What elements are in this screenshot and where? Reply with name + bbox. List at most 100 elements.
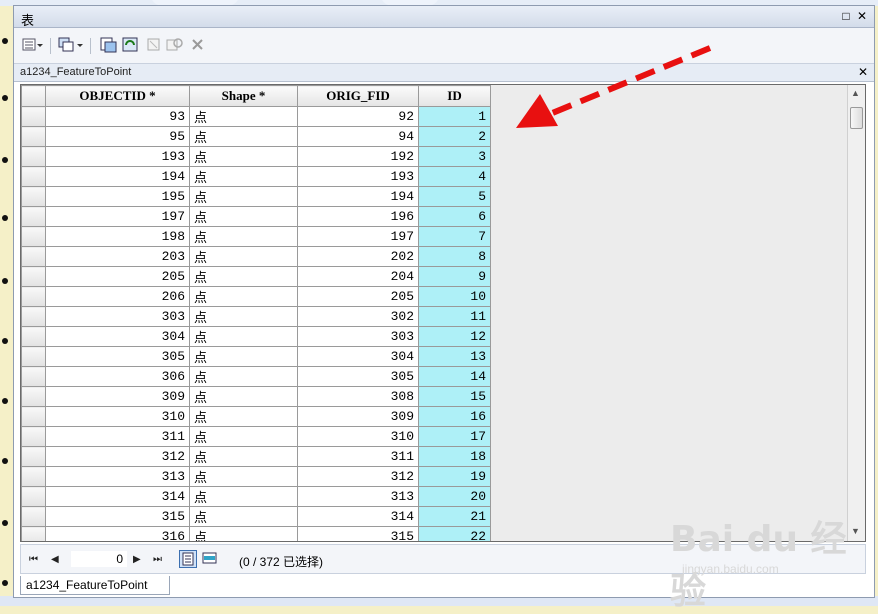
row-selector[interactable] — [21, 246, 46, 267]
select-all-cell[interactable] — [21, 85, 46, 107]
cell-orig-fid[interactable]: 305 — [297, 366, 419, 387]
table-row[interactable]: 198 点 197 7 — [21, 226, 491, 247]
cell-orig-fid[interactable]: 311 — [297, 446, 419, 467]
table-row[interactable]: 303 点 302 11 — [21, 306, 491, 327]
column-header-shape[interactable]: Shape * — [189, 85, 298, 107]
row-selector[interactable] — [21, 126, 46, 147]
cell-shape[interactable]: 点 — [189, 486, 298, 507]
switch-selection-icon[interactable] — [122, 37, 140, 53]
cell-objectid[interactable]: 310 — [45, 406, 190, 427]
cell-id[interactable]: 12 — [418, 326, 491, 347]
cell-orig-fid[interactable]: 309 — [297, 406, 419, 427]
table-row[interactable]: 93 点 92 1 — [21, 106, 491, 127]
cell-id[interactable]: 6 — [418, 206, 491, 227]
cell-objectid[interactable]: 315 — [45, 506, 190, 527]
current-record-input[interactable]: 0 — [71, 551, 127, 567]
cell-id[interactable]: 1 — [418, 106, 491, 127]
cell-id[interactable]: 15 — [418, 386, 491, 407]
zoom-to-selected-icon[interactable] — [166, 37, 184, 53]
cell-id[interactable]: 3 — [418, 146, 491, 167]
row-selector[interactable] — [21, 506, 46, 527]
clear-selection-icon[interactable] — [146, 37, 162, 53]
table-row[interactable]: 316 点 315 22 — [21, 526, 491, 541]
cell-objectid[interactable]: 203 — [45, 246, 190, 267]
cell-id[interactable]: 17 — [418, 426, 491, 447]
cell-orig-fid[interactable]: 94 — [297, 126, 419, 147]
cell-id[interactable]: 13 — [418, 346, 491, 367]
cell-orig-fid[interactable]: 304 — [297, 346, 419, 367]
cell-shape[interactable]: 点 — [189, 426, 298, 447]
table-tab[interactable]: a1234_FeatureToPoint — [20, 576, 170, 595]
cell-shape[interactable]: 点 — [189, 226, 298, 247]
cell-orig-fid[interactable]: 202 — [297, 246, 419, 267]
table-row[interactable]: 315 点 314 21 — [21, 506, 491, 527]
cell-shape[interactable]: 点 — [189, 526, 298, 541]
row-selector[interactable] — [21, 306, 46, 327]
cell-id[interactable]: 22 — [418, 526, 491, 541]
table-options-icon[interactable] — [22, 37, 44, 53]
row-selector[interactable] — [21, 346, 46, 367]
cell-orig-fid[interactable]: 92 — [297, 106, 419, 127]
row-selector[interactable] — [21, 526, 46, 541]
cell-orig-fid[interactable]: 310 — [297, 426, 419, 447]
table-row[interactable]: 306 点 305 14 — [21, 366, 491, 387]
cell-objectid[interactable]: 198 — [45, 226, 190, 247]
table-row[interactable]: 205 点 204 9 — [21, 266, 491, 287]
table-row[interactable]: 314 点 313 20 — [21, 486, 491, 507]
cell-shape[interactable]: 点 — [189, 246, 298, 267]
row-selector[interactable] — [21, 446, 46, 467]
cell-objectid[interactable]: 309 — [45, 386, 190, 407]
cell-objectid[interactable]: 205 — [45, 266, 190, 287]
scroll-thumb[interactable] — [850, 107, 863, 129]
cell-orig-fid[interactable]: 313 — [297, 486, 419, 507]
table-row[interactable]: 203 点 202 8 — [21, 246, 491, 267]
cell-orig-fid[interactable]: 205 — [297, 286, 419, 307]
cell-shape[interactable]: 点 — [189, 126, 298, 147]
row-selector[interactable] — [21, 106, 46, 127]
cell-id[interactable]: 2 — [418, 126, 491, 147]
cell-orig-fid[interactable]: 193 — [297, 166, 419, 187]
row-selector[interactable] — [21, 146, 46, 167]
cell-id[interactable]: 8 — [418, 246, 491, 267]
cell-orig-fid[interactable]: 302 — [297, 306, 419, 327]
table-row[interactable]: 194 点 193 4 — [21, 166, 491, 187]
cell-objectid[interactable]: 193 — [45, 146, 190, 167]
cell-id[interactable]: 18 — [418, 446, 491, 467]
cell-id[interactable]: 5 — [418, 186, 491, 207]
table-row[interactable]: 197 点 196 6 — [21, 206, 491, 227]
cell-objectid[interactable]: 197 — [45, 206, 190, 227]
cell-shape[interactable]: 点 — [189, 286, 298, 307]
column-header-objectid[interactable]: OBJECTID * — [45, 85, 190, 107]
close-button[interactable]: ✕ — [856, 10, 868, 22]
related-tables-icon[interactable] — [58, 37, 84, 53]
cell-shape[interactable]: 点 — [189, 406, 298, 427]
row-selector[interactable] — [21, 466, 46, 487]
table-row[interactable]: 206 点 205 10 — [21, 286, 491, 307]
row-selector[interactable] — [21, 386, 46, 407]
cell-shape[interactable]: 点 — [189, 506, 298, 527]
row-selector[interactable] — [21, 226, 46, 247]
cell-id[interactable]: 7 — [418, 226, 491, 247]
cell-orig-fid[interactable]: 314 — [297, 506, 419, 527]
table-row[interactable]: 310 点 309 16 — [21, 406, 491, 427]
maximize-button[interactable]: □ — [840, 10, 852, 22]
cell-shape[interactable]: 点 — [189, 146, 298, 167]
cell-id[interactable]: 4 — [418, 166, 491, 187]
table-row[interactable]: 311 点 310 17 — [21, 426, 491, 447]
cell-shape[interactable]: 点 — [189, 186, 298, 207]
cell-id[interactable]: 19 — [418, 466, 491, 487]
cell-id[interactable]: 16 — [418, 406, 491, 427]
delete-selected-icon[interactable] — [190, 37, 206, 53]
table-row[interactable]: 195 点 194 5 — [21, 186, 491, 207]
cell-id[interactable]: 9 — [418, 266, 491, 287]
row-selector[interactable] — [21, 326, 46, 347]
cell-objectid[interactable]: 206 — [45, 286, 190, 307]
cell-shape[interactable]: 点 — [189, 306, 298, 327]
next-record-icon[interactable]: ▶ — [133, 554, 141, 565]
row-selector[interactable] — [21, 186, 46, 207]
cell-shape[interactable]: 点 — [189, 386, 298, 407]
previous-record-icon[interactable]: ◀ — [51, 554, 59, 565]
vertical-scrollbar[interactable]: ▲ ▼ — [847, 85, 865, 541]
cell-orig-fid[interactable]: 197 — [297, 226, 419, 247]
cell-shape[interactable]: 点 — [189, 326, 298, 347]
